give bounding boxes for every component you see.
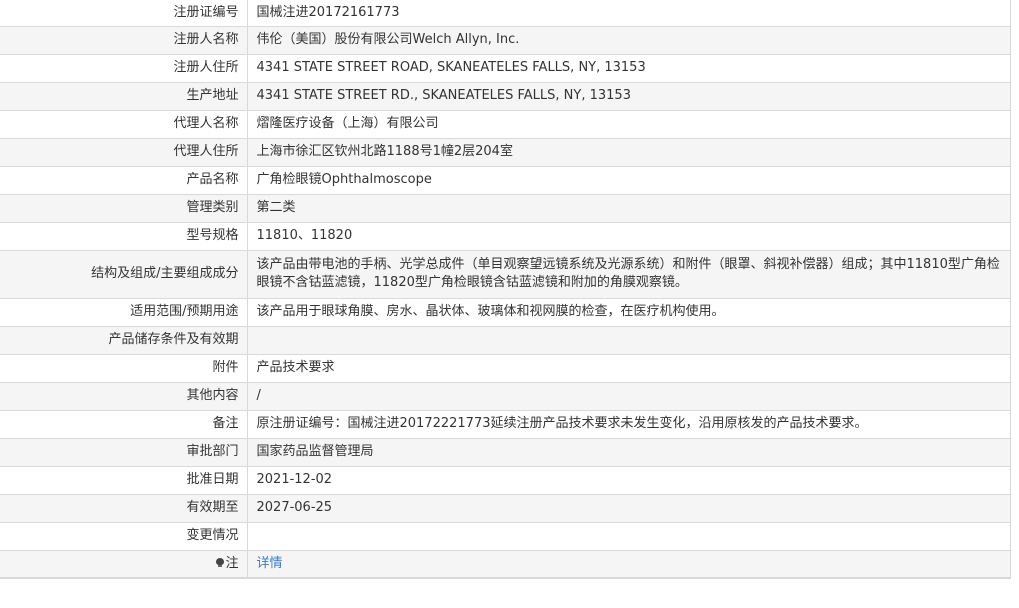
label-note: 注 [0, 550, 248, 579]
label-agent-address: 代理人住所 [0, 138, 248, 167]
row-change-status: 变更情况 [0, 522, 1011, 551]
value-agent-name: 熠隆医疗设备（上海）有限公司 [247, 110, 1011, 139]
value-product-name: 广角检眼镜Ophthalmoscope [247, 166, 1011, 195]
row-registrant-name: 注册人名称 伟伦（美国）股份有限公司Welch Allyn, Inc. [0, 26, 1011, 55]
value-agent-address: 上海市徐汇区钦州北路1188号1幢2层204室 [247, 138, 1011, 167]
label-production-address: 生产地址 [0, 82, 248, 111]
lightbulb-icon [216, 557, 225, 568]
label-change-status: 变更情况 [0, 522, 248, 551]
row-structure-composition: 结构及组成/主要组成成分 该产品由带电池的手柄、光学总成件（单目观察望远镜系统及… [0, 250, 1011, 299]
row-registrant-address: 注册人住所 4341 STATE STREET ROAD, SKANEATELE… [0, 54, 1011, 83]
row-agent-name: 代理人名称 熠隆医疗设备（上海）有限公司 [0, 110, 1011, 139]
row-intended-use: 适用范围/预期用途 该产品用于眼球角膜、房水、晶状体、玻璃体和视网膜的检查，在医… [0, 298, 1011, 327]
row-model-spec: 型号规格 11810、11820 [0, 222, 1011, 251]
registration-detail-table: 注册证编号 国械注进20172161773 注册人名称 伟伦（美国）股份有限公司… [0, 0, 1011, 579]
details-link[interactable]: 详情 [257, 556, 283, 571]
value-registration-number: 国械注进20172161773 [247, 0, 1011, 27]
label-storage-conditions: 产品储存条件及有效期 [0, 326, 248, 355]
row-production-address: 生产地址 4341 STATE STREET RD., SKANEATELES … [0, 82, 1011, 111]
row-storage-conditions: 产品储存条件及有效期 [0, 326, 1011, 355]
label-remarks: 备注 [0, 410, 248, 439]
label-product-name: 产品名称 [0, 166, 248, 195]
row-note: 注 详情 [0, 550, 1011, 579]
label-model-spec: 型号规格 [0, 222, 248, 251]
row-valid-until: 有效期至 2027-06-25 [0, 494, 1011, 523]
value-structure-composition: 该产品由带电池的手柄、光学总成件（单目观察望远镜系统及光源系统）和附件（眼罩、斜… [247, 250, 1011, 299]
row-agent-address: 代理人住所 上海市徐汇区钦州北路1188号1幢2层204室 [0, 138, 1011, 167]
row-approval-date: 批准日期 2021-12-02 [0, 466, 1011, 495]
value-attachments: 产品技术要求 [247, 354, 1011, 383]
value-remarks: 原注册证编号：国械注进20172221773延续注册产品技术要求未发生变化，沿用… [247, 410, 1011, 439]
value-production-address: 4341 STATE STREET RD., SKANEATELES FALLS… [247, 82, 1011, 111]
value-management-category: 第二类 [247, 194, 1011, 223]
label-attachments: 附件 [0, 354, 248, 383]
value-registrant-name: 伟伦（美国）股份有限公司Welch Allyn, Inc. [247, 26, 1011, 55]
row-registration-number: 注册证编号 国械注进20172161773 [0, 0, 1011, 27]
value-note: 详情 [247, 550, 1011, 579]
note-label: 注 [225, 555, 239, 571]
value-approval-date: 2021-12-02 [247, 466, 1011, 495]
label-registrant-address: 注册人住所 [0, 54, 248, 83]
value-other-content: / [247, 382, 1011, 411]
value-storage-conditions [247, 326, 1011, 355]
value-valid-until: 2027-06-25 [247, 494, 1011, 523]
value-change-status [247, 522, 1011, 551]
label-structure-composition: 结构及组成/主要组成成分 [0, 250, 248, 299]
value-intended-use: 该产品用于眼球角膜、房水、晶状体、玻璃体和视网膜的检查，在医疗机构使用。 [247, 298, 1011, 327]
label-valid-until: 有效期至 [0, 494, 248, 523]
label-management-category: 管理类别 [0, 194, 248, 223]
row-other-content: 其他内容 / [0, 382, 1011, 411]
label-registrant-name: 注册人名称 [0, 26, 248, 55]
value-approval-department: 国家药品监督管理局 [247, 438, 1011, 467]
row-product-name: 产品名称 广角检眼镜Ophthalmoscope [0, 166, 1011, 195]
value-registrant-address: 4341 STATE STREET ROAD, SKANEATELES FALL… [247, 54, 1011, 83]
row-approval-department: 审批部门 国家药品监督管理局 [0, 438, 1011, 467]
row-attachments: 附件 产品技术要求 [0, 354, 1011, 383]
label-approval-department: 审批部门 [0, 438, 248, 467]
label-agent-name: 代理人名称 [0, 110, 248, 139]
row-management-category: 管理类别 第二类 [0, 194, 1011, 223]
label-intended-use: 适用范围/预期用途 [0, 298, 248, 327]
label-approval-date: 批准日期 [0, 466, 248, 495]
row-remarks: 备注 原注册证编号：国械注进20172221773延续注册产品技术要求未发生变化… [0, 410, 1011, 439]
label-other-content: 其他内容 [0, 382, 248, 411]
label-registration-number: 注册证编号 [0, 0, 248, 27]
value-model-spec: 11810、11820 [247, 222, 1011, 251]
